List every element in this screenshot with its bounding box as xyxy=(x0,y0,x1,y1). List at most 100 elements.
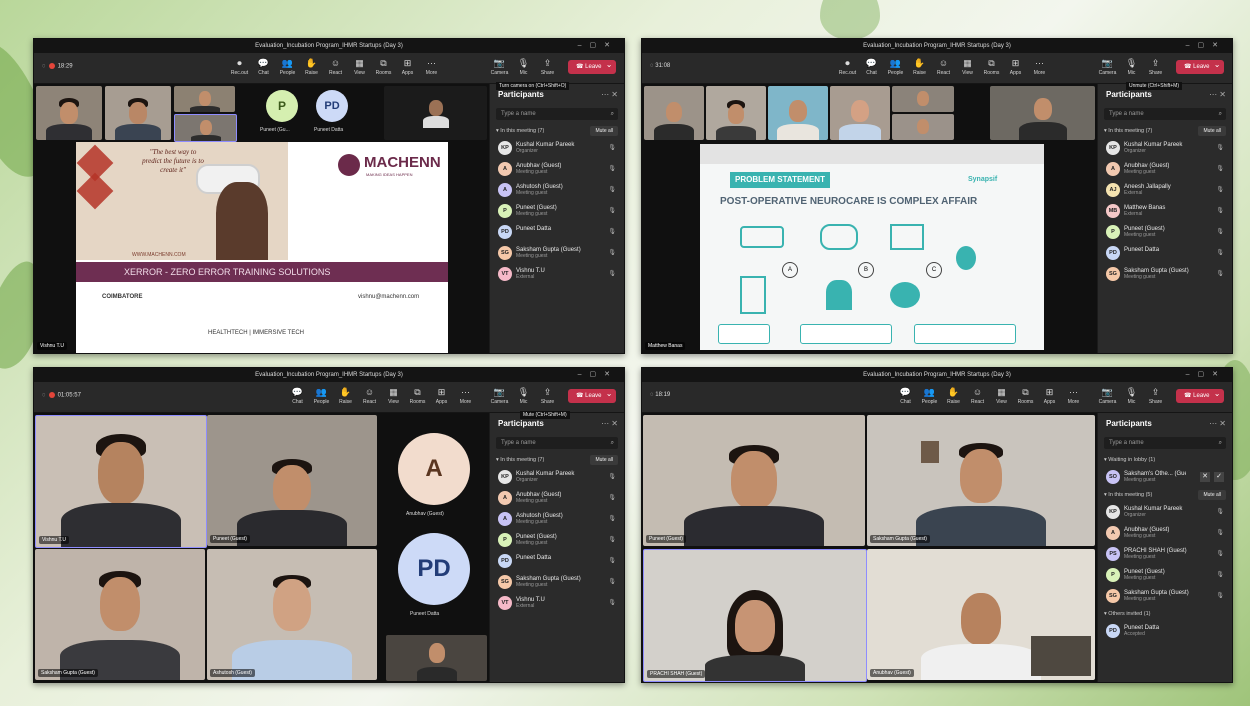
chat-button[interactable]: 💬 Chat xyxy=(861,56,882,76)
participant-row[interactable]: A Anubhav (Guest) Meeting guest 🎙 xyxy=(1098,523,1232,544)
rooms-button[interactable]: ⧉ Rooms xyxy=(373,56,394,76)
people-button[interactable]: 👥 People xyxy=(919,385,940,405)
chat-button[interactable]: 💬 Chat xyxy=(253,56,274,76)
window-controls[interactable]: –▢✕ xyxy=(1186,39,1226,53)
chat-button[interactable]: 💬 Chat xyxy=(895,385,916,405)
view-button[interactable]: ▦ View xyxy=(957,56,978,76)
mute-all-button[interactable]: Mute all xyxy=(1198,126,1226,136)
raise-button[interactable]: ✋ Raise xyxy=(909,56,930,76)
people-button[interactable]: 👥 People xyxy=(885,56,906,76)
video-tile[interactable] xyxy=(892,86,954,112)
record-button[interactable]: ⏺ Rec.out xyxy=(229,56,250,76)
participant-row[interactable]: P Puneet (Guest) Meeting guest 🎙 xyxy=(1098,222,1232,243)
mic-status-icon[interactable]: 🎙 xyxy=(608,165,616,172)
participant-row[interactable]: PD Puneet Datta 🎙 xyxy=(1098,243,1232,264)
mic-status-icon[interactable]: 🎙 xyxy=(608,494,616,501)
mic-status-icon[interactable]: 🎙 xyxy=(608,270,616,277)
mic-status-icon[interactable]: 🎙 xyxy=(1216,165,1224,172)
camera-button[interactable]: 📷 Camera xyxy=(489,385,510,405)
rooms-button[interactable]: ⧉ Rooms xyxy=(407,385,428,405)
mic-status-icon[interactable]: 🎙 xyxy=(1216,186,1224,193)
share-button[interactable]: ⇪ Share xyxy=(537,385,558,405)
participant-avatar[interactable]: PD xyxy=(398,533,470,605)
search-input[interactable]: Type a name ⌕ xyxy=(496,108,618,120)
search-input[interactable]: Type a name ⌕ xyxy=(496,437,618,449)
participant-row[interactable]: SG Saksham Gupta (Guest) Meeting guest 🎙 xyxy=(1098,264,1232,285)
mic-button[interactable]: 🎙 Mic xyxy=(1121,56,1142,76)
mic-status-icon[interactable]: 🎙 xyxy=(608,207,616,214)
mic-status-icon[interactable]: 🎙 xyxy=(608,536,616,543)
video-tile[interactable] xyxy=(174,114,237,142)
mic-button[interactable]: 🎙 Mic xyxy=(513,385,534,405)
participant-row[interactable]: SG Saksham Gupta (Guest) Meeting guest 🎙 xyxy=(1098,586,1232,607)
mute-all-button[interactable]: Mute all xyxy=(590,126,618,136)
window-controls[interactable]: –▢✕ xyxy=(578,39,618,53)
video-tile[interactable] xyxy=(174,86,235,112)
mic-status-icon[interactable]: 🎙 xyxy=(1216,592,1224,599)
leave-button[interactable]: ☎ Leave xyxy=(1176,387,1224,403)
video-tile[interactable] xyxy=(892,114,954,140)
more-button[interactable]: ··· More xyxy=(421,56,442,76)
deny-icon[interactable]: ✕ xyxy=(1200,472,1210,482)
section-header[interactable]: ▾ In this meeting (7) Mute all xyxy=(1098,124,1232,138)
admit-icon[interactable]: ✓ xyxy=(1214,472,1224,482)
section-header[interactable]: ▾ In this meeting (7) Mute all xyxy=(490,453,624,467)
video-tile[interactable] xyxy=(105,86,171,140)
react-button[interactable]: ☺ React xyxy=(359,385,380,405)
participant-row[interactable]: SG Saksham Gupta (Guest) Meeting guest 🎙 xyxy=(490,243,624,264)
mute-all-button[interactable]: Mute all xyxy=(1198,490,1226,500)
react-button[interactable]: ☺ React xyxy=(967,385,988,405)
participant-row[interactable]: SG Saksham Gupta (Guest) Meeting guest 🎙 xyxy=(490,572,624,593)
raise-button[interactable]: ✋ Raise xyxy=(301,56,322,76)
window-controls[interactable]: –▢✕ xyxy=(578,368,618,382)
participant-row[interactable]: VT Vishnu T.U External 🎙 xyxy=(490,593,624,614)
more-button[interactable]: ··· More xyxy=(455,385,476,405)
mic-status-icon[interactable]: 🎙 xyxy=(1216,270,1224,277)
apps-button[interactable]: ⊞ Apps xyxy=(397,56,418,76)
section-header-lobby[interactable]: ▾ Waiting in lobby (1) xyxy=(1098,453,1232,467)
participant-row[interactable]: A Ashutosh (Guest) Meeting guest 🎙 xyxy=(490,180,624,201)
participant-row[interactable]: KP Kushal Kumar Pareek Organizer 🎙 xyxy=(490,138,624,159)
participant-row[interactable]: MB Matthew Banas External 🎙 xyxy=(1098,201,1232,222)
camera-button[interactable]: 📷 Camera xyxy=(1097,385,1118,405)
window-controls[interactable]: –▢✕ xyxy=(1186,368,1226,382)
camera-button[interactable]: 📷 Camera xyxy=(489,56,510,76)
video-tile[interactable]: Saksham Gupta (Guest) xyxy=(867,415,1095,546)
apps-button[interactable]: ⊞ Apps xyxy=(1005,56,1026,76)
rooms-button[interactable]: ⧉ Rooms xyxy=(981,56,1002,76)
video-tile[interactable] xyxy=(36,86,102,140)
camera-button[interactable]: 📷 Camera xyxy=(1097,56,1118,76)
video-tile[interactable]: Anubhav (Guest) xyxy=(867,549,1095,680)
people-button[interactable]: 👥 People xyxy=(277,56,298,76)
mic-status-icon[interactable]: 🎙 xyxy=(1216,529,1224,536)
mute-all-button[interactable]: Mute all xyxy=(590,455,618,465)
mic-button[interactable]: 🎙 Mic xyxy=(1121,385,1142,405)
participant-row[interactable]: AJ Aneesh Jallapally External 🎙 xyxy=(1098,180,1232,201)
mic-status-icon[interactable]: 🎙 xyxy=(1216,571,1224,578)
search-input[interactable]: Type a name ⌕ xyxy=(1104,108,1226,120)
more-button[interactable]: ··· More xyxy=(1063,385,1084,405)
mic-status-icon[interactable]: 🎙 xyxy=(608,515,616,522)
participant-avatar[interactable]: A xyxy=(398,433,470,505)
mic-status-icon[interactable]: 🎙 xyxy=(608,599,616,606)
participant-row[interactable]: VT Vishnu T.U External 🎙 xyxy=(490,264,624,285)
section-header[interactable]: ▾ In this meeting (5) Mute all xyxy=(1098,488,1232,502)
video-tile[interactable] xyxy=(830,86,890,140)
rooms-button[interactable]: ⧉ Rooms xyxy=(1015,385,1036,405)
participant-row[interactable]: A Anubhav (Guest) Meeting guest 🎙 xyxy=(1098,159,1232,180)
share-button[interactable]: ⇪ Share xyxy=(537,56,558,76)
participant-row[interactable]: P Puneet (Guest) Meeting guest 🎙 xyxy=(490,201,624,222)
raise-button[interactable]: ✋ Raise xyxy=(943,385,964,405)
participant-row[interactable]: KP Kushal Kumar Pareek Organizer 🎙 xyxy=(1098,502,1232,523)
mic-status-icon[interactable]: 🎙 xyxy=(1216,249,1224,256)
mic-status-icon[interactable]: 🎙 xyxy=(608,186,616,193)
participant-row[interactable]: P Puneet (Guest) Meeting guest 🎙 xyxy=(490,530,624,551)
leave-button[interactable]: ☎ Leave xyxy=(568,387,616,403)
video-tile[interactable] xyxy=(990,86,1095,140)
chat-button[interactable]: 💬 Chat xyxy=(287,385,308,405)
close-icon[interactable]: ⋯ ✕ xyxy=(601,84,618,106)
view-button[interactable]: ▦ View xyxy=(349,56,370,76)
participant-avatar[interactable]: PD xyxy=(316,90,348,122)
mic-status-icon[interactable]: 🎙 xyxy=(608,249,616,256)
participant-row[interactable]: KP Kushal Kumar Pareek Organizer 🎙 xyxy=(1098,138,1232,159)
